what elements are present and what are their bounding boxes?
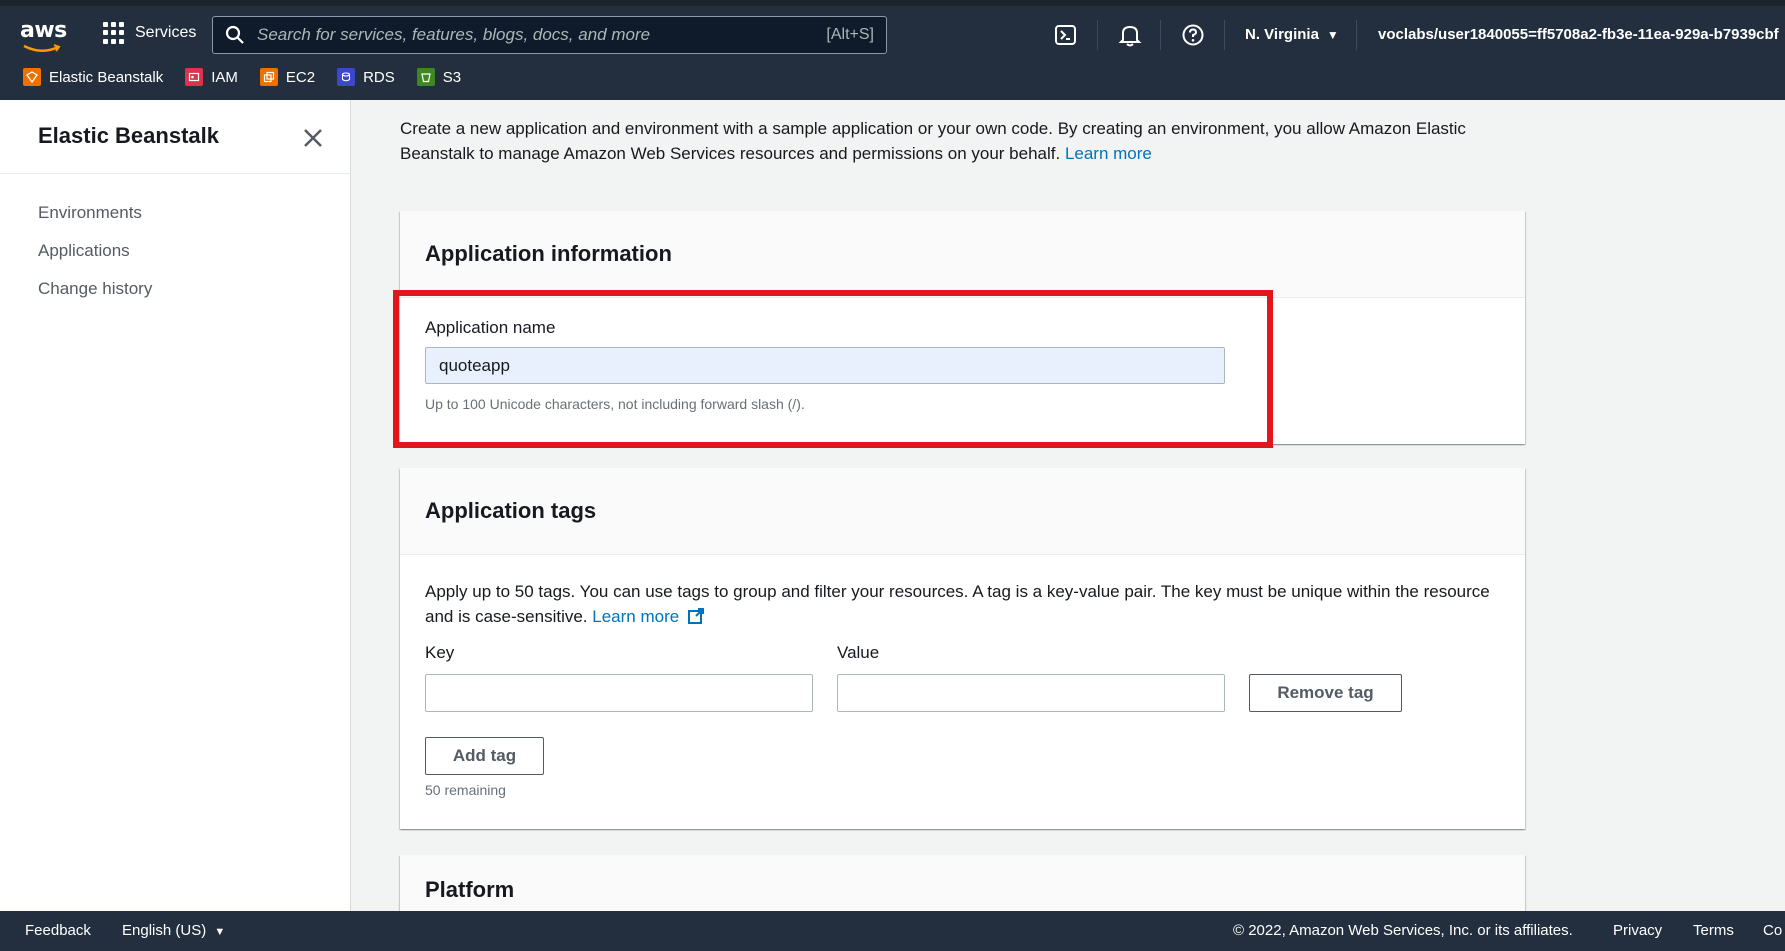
add-tag-button[interactable]: Add tag (425, 737, 544, 775)
favorite-iam[interactable]: IAM (185, 68, 238, 86)
close-icon[interactable] (300, 125, 326, 151)
services-menu-button[interactable]: Services (103, 22, 196, 44)
platform-panel: Platform (400, 855, 1525, 911)
favorite-s3[interactable]: S3 (416, 68, 462, 86)
divider (1097, 20, 1098, 50)
sidebar-item-change-history[interactable]: Change history (0, 270, 350, 308)
panel-body: Application name quoteapp Up to 100 Unic… (400, 298, 1525, 412)
application-information-panel: Application information Application name… (400, 211, 1525, 444)
side-navigation: Elastic Beanstalk Environments Applicati… (0, 100, 351, 911)
favorite-label: RDS (363, 68, 395, 86)
terms-link[interactable]: Terms (1693, 922, 1734, 939)
tags-learn-more-link[interactable]: Learn more (592, 607, 705, 626)
sidebar-title[interactable]: Elastic Beanstalk (38, 123, 219, 149)
privacy-link[interactable]: Privacy (1613, 922, 1662, 939)
tag-key-input[interactable] (425, 674, 813, 712)
tags-remaining: 50 remaining (425, 782, 506, 798)
copyright-text: © 2022, Amazon Web Services, Inc. or its… (1233, 922, 1573, 939)
page-description: Create a new application and environment… (400, 116, 1540, 166)
aws-smile-icon (23, 44, 61, 52)
top-navigation-bar: aws Services Search for services, featur… (0, 0, 1785, 100)
favorite-ec2[interactable]: EC2 (259, 68, 316, 86)
panel-header: Application tags (400, 468, 1525, 555)
favorite-label: IAM (211, 68, 238, 86)
account-menu[interactable]: voclabs/user1840055=ff5708a2-fb3e-11ea-9… (1378, 26, 1779, 43)
services-label: Services (135, 24, 197, 41)
search-shortcut-hint: [Alt+S] (826, 26, 874, 43)
cloudshell-icon[interactable] (1053, 22, 1079, 48)
region-selector[interactable]: N. Virginia ▼ (1245, 26, 1339, 43)
feedback-link[interactable]: Feedback (25, 922, 91, 939)
sidebar-header: Elastic Beanstalk (0, 100, 350, 174)
sidebar-nav-list: Environments Applications Change history (0, 174, 350, 308)
sidebar-item-applications[interactable]: Applications (0, 232, 350, 270)
caret-down-icon: ▼ (214, 926, 226, 938)
rds-icon (337, 68, 356, 86)
notifications-bell-icon[interactable] (1117, 22, 1143, 48)
tags-learn-more-label: Learn more (592, 607, 680, 626)
panel-header: Application information (400, 211, 1525, 298)
application-name-label: Application name (425, 318, 556, 337)
divider (1356, 20, 1357, 50)
favorite-elastic-beanstalk[interactable]: Elastic Beanstalk (23, 68, 163, 86)
external-link-icon (687, 608, 704, 624)
tag-value-label: Value (837, 643, 880, 662)
application-name-hint: Up to 100 Unicode characters, not includ… (425, 396, 805, 412)
favorites-bar: Elastic Beanstalk IAM EC2 RDS S3 (23, 68, 461, 86)
elastic-beanstalk-icon (23, 68, 41, 86)
search-input[interactable]: Search for services, features, blogs, do… (212, 16, 887, 54)
cookie-preferences-link[interactable]: Co (1763, 922, 1782, 939)
divider (1160, 20, 1161, 50)
services-grid-icon (103, 22, 125, 44)
application-name-input[interactable]: quoteapp (425, 347, 1225, 384)
application-tags-panel: Application tags Apply up to 50 tags. Yo… (400, 468, 1525, 829)
favorite-label: EC2 (285, 68, 316, 86)
favorite-label: Elastic Beanstalk (49, 68, 164, 86)
tag-value-input[interactable] (837, 674, 1225, 712)
panel-header: Platform (400, 855, 1525, 911)
tag-row: Key Value Remove tag (425, 643, 1500, 712)
footer-bar: Feedback English (US) ▼ © 2022, Amazon W… (0, 911, 1785, 951)
search-placeholder: Search for services, features, blogs, do… (257, 25, 651, 44)
tag-inputs-row: Remove tag (425, 674, 1525, 712)
main-content: Create a new application and environment… (351, 100, 1785, 911)
language-selector[interactable]: English (US) ▼ (122, 922, 225, 939)
sidebar-item-environments[interactable]: Environments (0, 194, 350, 232)
aws-logo-text: aws (20, 18, 67, 43)
region-label: N. Virginia (1245, 26, 1319, 43)
tag-key-label: Key (425, 643, 455, 662)
ec2-icon (259, 68, 278, 86)
iam-icon (185, 68, 204, 86)
search-icon (225, 25, 244, 44)
remove-tag-button[interactable]: Remove tag (1249, 674, 1402, 712)
browser-edge-strip (0, 0, 1785, 6)
divider (1224, 20, 1225, 50)
favorite-rds[interactable]: RDS (337, 68, 395, 86)
language-label: English (US) (122, 922, 207, 939)
aws-logo[interactable]: aws (20, 18, 67, 52)
s3-icon (416, 68, 435, 86)
help-icon[interactable] (1180, 22, 1206, 48)
caret-down-icon: ▼ (1326, 27, 1339, 42)
panel-title: Application information (425, 241, 672, 266)
panel-body: Apply up to 50 tags. You can use tags to… (400, 555, 1525, 798)
favorite-label: S3 (442, 68, 462, 86)
tags-description: Apply up to 50 tags. You can use tags to… (425, 579, 1495, 629)
add-tag-row: Add tag 50 remaining (425, 737, 1500, 798)
tags-description-text: Apply up to 50 tags. You can use tags to… (425, 582, 1490, 626)
panel-title: Platform (425, 877, 515, 902)
intro-text: Create a new application and environment… (400, 119, 1466, 163)
learn-more-link[interactable]: Learn more (1065, 144, 1152, 163)
panel-title: Application tags (425, 498, 597, 523)
